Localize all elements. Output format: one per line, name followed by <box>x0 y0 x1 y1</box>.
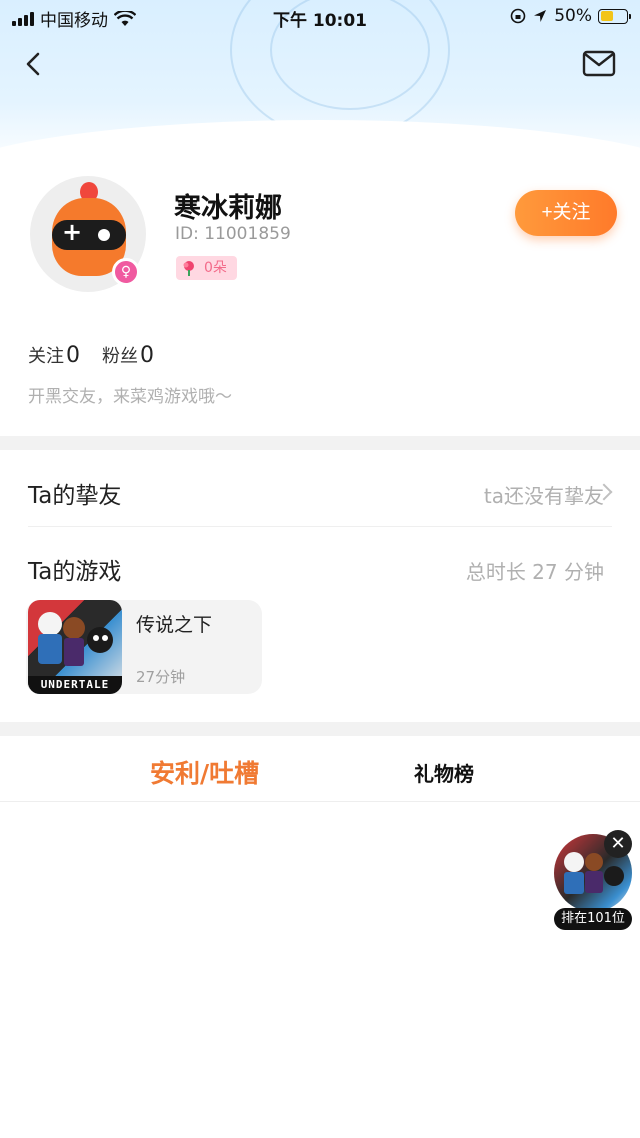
fans-label: 粉丝 <box>102 346 138 367</box>
status-bar: 中国移动 下午 10:01 50% <box>0 0 640 34</box>
avatar[interactable]: ♀ <box>30 176 146 292</box>
section-divider <box>0 722 640 736</box>
section-divider <box>0 436 640 450</box>
games-label: Ta的游戏 <box>28 559 122 585</box>
gender-badge-icon: ♀ <box>112 258 140 286</box>
rank-label: 排在101位 <box>554 908 632 930</box>
game-play-time: 27分钟 <box>136 668 186 686</box>
tab-gift-ranking[interactable]: 礼物榜 <box>414 758 474 787</box>
games-total-time: 总时长 27 分钟 <box>465 560 604 584</box>
game-thumb-logo: UNDERTALE <box>28 676 122 694</box>
flower-count-badge: 0朵 <box>176 256 237 280</box>
mail-icon[interactable] <box>582 50 616 78</box>
following-label: 关注 <box>28 346 64 367</box>
tab-bar: 安利/吐槽 礼物榜 <box>0 736 640 802</box>
friends-label: Ta的挚友 <box>28 483 122 509</box>
user-id: ID: 11001859 <box>175 224 291 244</box>
close-icon[interactable]: ✕ <box>604 830 632 858</box>
follow-stats: 关注0 粉丝0 <box>28 342 154 368</box>
game-name: 传说之下 <box>136 614 213 636</box>
avatar-mask <box>52 218 126 250</box>
floating-game-widget[interactable]: ✕ 排在101位 <box>554 830 634 932</box>
back-icon[interactable] <box>18 48 50 80</box>
friends-empty-text: ta还没有挚友 <box>483 484 604 508</box>
battery-icon <box>598 8 631 24</box>
following-count: 0 <box>66 343 80 368</box>
follow-button[interactable]: +关注 <box>515 190 617 236</box>
banner-curve <box>0 120 640 170</box>
following-stat[interactable]: 关注0 <box>28 342 80 368</box>
game-thumbnail: UNDERTALE <box>28 600 122 694</box>
user-bio: 开黑交友，来菜鸡游戏哦～ <box>28 387 232 407</box>
flower-count: 0朵 <box>204 260 227 276</box>
orientation-lock-icon <box>510 8 526 24</box>
game-card[interactable]: UNDERTALE 传说之下 27分钟 <box>26 600 262 694</box>
fans-stat[interactable]: 粉丝0 <box>102 342 154 368</box>
flower-icon <box>183 261 194 276</box>
user-name: 寒冰莉娜 <box>174 193 282 224</box>
tab-reviews[interactable]: 安利/吐槽 <box>150 754 259 790</box>
location-icon <box>534 10 547 22</box>
battery-percent: 50% <box>554 6 592 26</box>
fans-count: 0 <box>140 343 154 368</box>
row-divider <box>28 526 612 527</box>
